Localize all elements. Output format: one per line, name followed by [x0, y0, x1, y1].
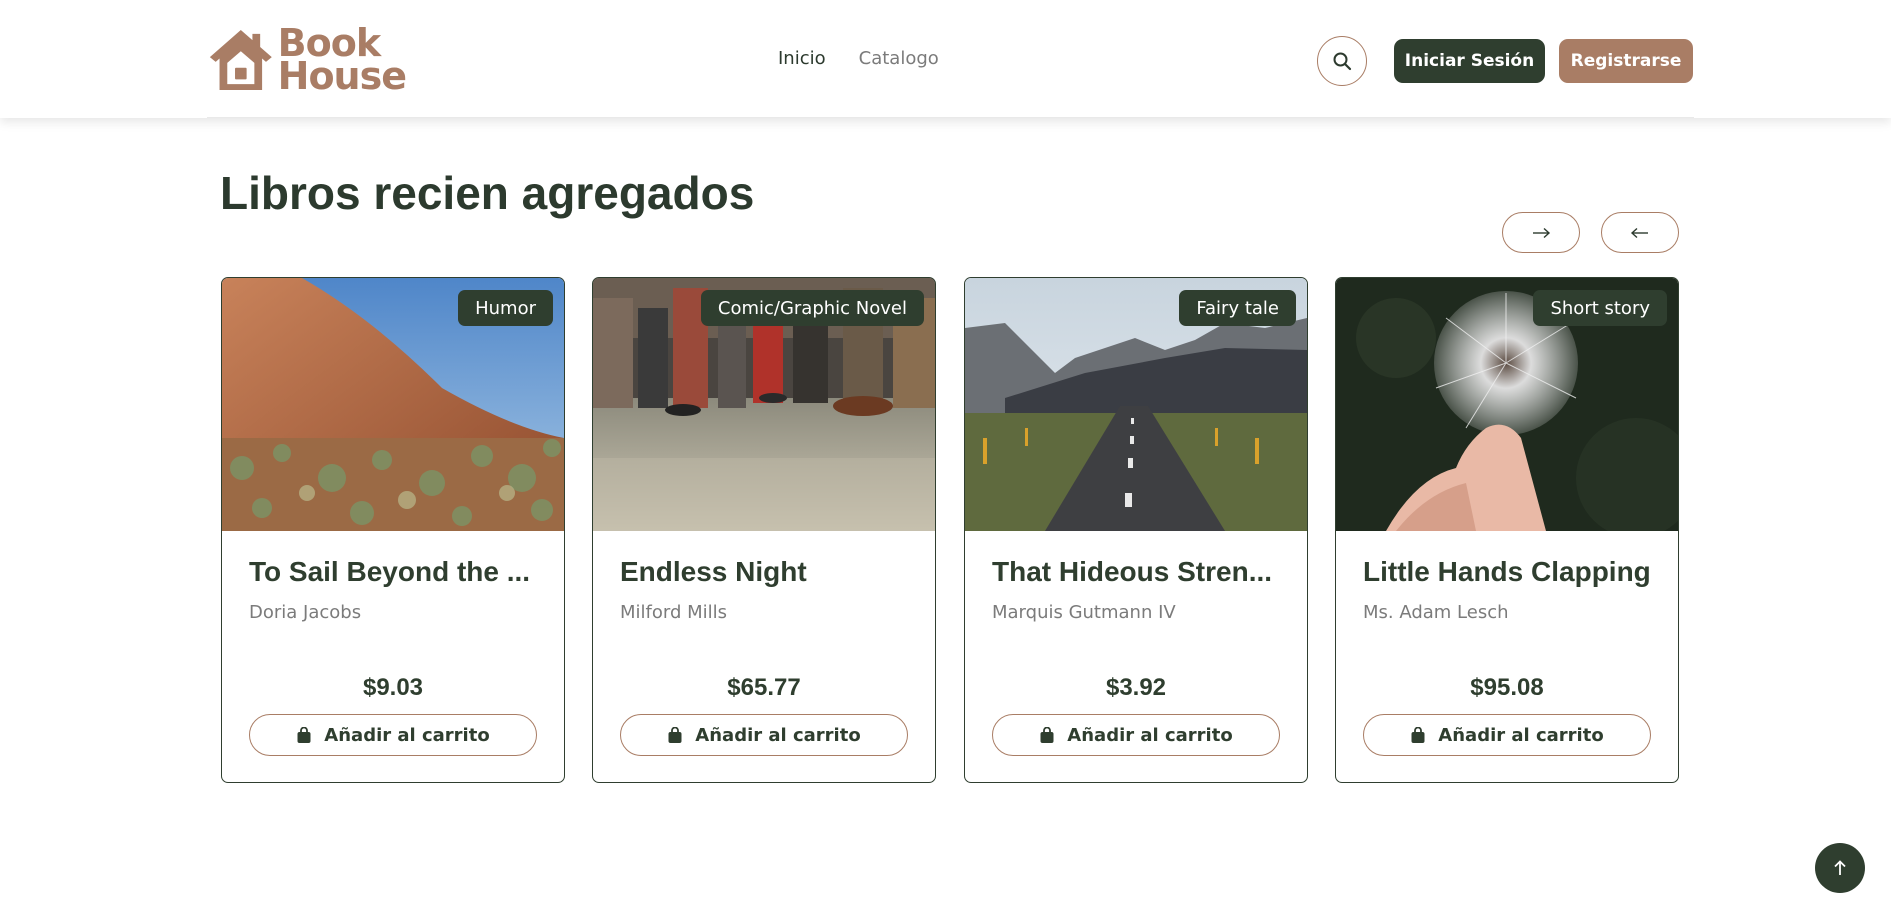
arrow-up-icon: [1834, 860, 1846, 875]
book-title[interactable]: To Sail Beyond the ...: [249, 556, 545, 588]
add-to-cart-label: Añadir al carrito: [324, 724, 490, 746]
brand-wordmark: Book House: [277, 24, 407, 98]
genre-badge: Fairy tale: [1179, 290, 1296, 326]
book-price: $65.77: [727, 674, 801, 701]
add-to-cart-button[interactable]: Añadir al carrito: [620, 714, 908, 756]
book-title[interactable]: Little Hands Clapping: [1363, 556, 1659, 588]
main-nav: Inicio Catalogo: [778, 48, 939, 69]
search-button[interactable]: [1317, 36, 1367, 86]
nav-item-catalogo[interactable]: Catalogo: [859, 48, 939, 69]
shopping-bag-icon: [668, 726, 682, 743]
arrow-right-icon: [1533, 227, 1551, 238]
shopping-bag-icon: [1040, 726, 1054, 743]
shopping-bag-icon: [1411, 726, 1425, 743]
header-divider: [207, 117, 1694, 118]
search-icon: [1333, 52, 1352, 71]
book-price: $3.92: [1105, 674, 1167, 701]
book-author: Milford Mills: [620, 602, 728, 623]
brand-line-2: House: [277, 54, 407, 98]
book-cover-image: Humor: [222, 278, 564, 531]
arrow-left-icon: [1630, 227, 1648, 238]
book-card[interactable]: Short story Little Hands Clapping Ms. Ad…: [1335, 277, 1679, 783]
book-cover-image: Comic/Graphic Novel: [593, 278, 935, 531]
book-title[interactable]: Endless Night: [620, 556, 916, 588]
book-price: $9.03: [362, 674, 424, 701]
register-button[interactable]: Registrarse: [1559, 39, 1693, 83]
site-header: Book House Inicio Catalogo Iniciar Sesió…: [0, 0, 1891, 118]
book-card[interactable]: Comic/Graphic Novel Endless Night Milfor…: [592, 277, 936, 783]
book-title[interactable]: That Hideous Stren...: [992, 556, 1288, 588]
scroll-to-top-button[interactable]: [1815, 843, 1865, 893]
book-cover-image: Short story: [1336, 278, 1678, 531]
brand-logo[interactable]: Book House: [206, 24, 407, 98]
book-card[interactable]: Fairy tale That Hideous Stren... Marquis…: [964, 277, 1308, 783]
genre-badge: Comic/Graphic Novel: [700, 290, 924, 326]
add-to-cart-button[interactable]: Añadir al carrito: [249, 714, 537, 756]
shopping-bag-icon: [297, 726, 311, 743]
book-author: Doria Jacobs: [249, 602, 362, 623]
carousel-prev-button[interactable]: [1601, 212, 1679, 253]
genre-badge: Short story: [1533, 290, 1667, 326]
book-author: Marquis Gutmann IV: [992, 602, 1176, 623]
carousel-next-button[interactable]: [1502, 212, 1580, 253]
add-to-cart-label: Añadir al carrito: [1067, 724, 1233, 746]
add-to-cart-button[interactable]: Añadir al carrito: [1363, 714, 1651, 756]
add-to-cart-label: Añadir al carrito: [695, 724, 861, 746]
section-title: Libros recien agregados: [220, 167, 755, 219]
add-to-cart-label: Añadir al carrito: [1438, 724, 1604, 746]
genre-badge: Humor: [458, 290, 553, 326]
add-to-cart-button[interactable]: Añadir al carrito: [992, 714, 1280, 756]
book-card[interactable]: Humor To Sail Beyond the ... Doria Jacob…: [221, 277, 565, 783]
book-author: Ms. Adam Lesch: [1363, 602, 1509, 623]
house-icon: [209, 30, 272, 90]
login-button[interactable]: Iniciar Sesión: [1394, 39, 1545, 83]
book-price: $95.08: [1470, 674, 1544, 701]
book-cover-image: Fairy tale: [965, 278, 1307, 531]
nav-item-inicio[interactable]: Inicio: [778, 48, 826, 69]
